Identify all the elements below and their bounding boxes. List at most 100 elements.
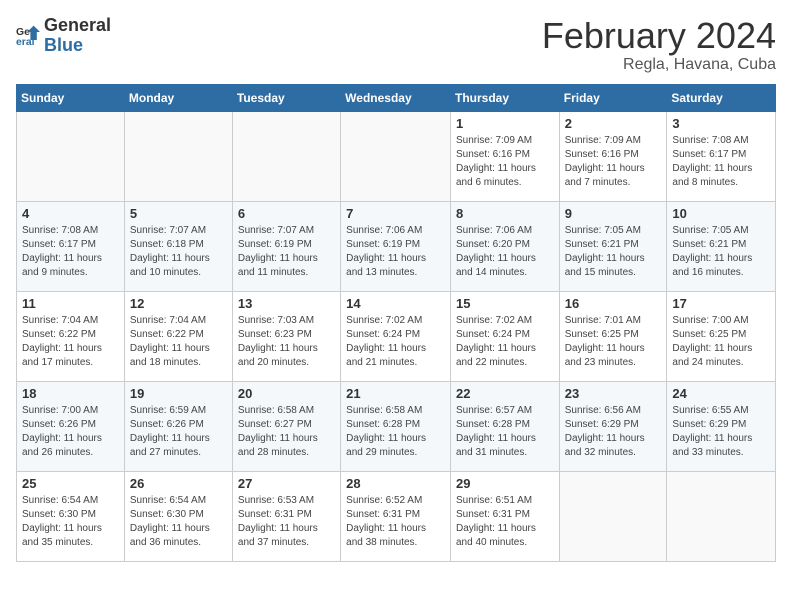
day-number: 26 xyxy=(130,476,227,491)
calendar-week-row: 1 Sunrise: 7:09 AM Sunset: 6:16 PM Daylig… xyxy=(17,111,776,201)
day-number: 24 xyxy=(672,386,770,401)
calendar-day-cell: 16 Sunrise: 7:01 AM Sunset: 6:25 PM Dayli… xyxy=(559,291,667,381)
day-number: 1 xyxy=(456,116,554,131)
calendar-day-cell: 8 Sunrise: 7:06 AM Sunset: 6:20 PM Daylig… xyxy=(450,201,559,291)
day-number: 12 xyxy=(130,296,227,311)
day-info: Sunrise: 7:08 AM Sunset: 6:17 PM Dayligh… xyxy=(672,134,770,190)
generalblue-logo-icon: Gen eral xyxy=(16,24,40,48)
day-number: 9 xyxy=(565,206,662,221)
day-info: Sunrise: 7:02 AM Sunset: 6:24 PM Dayligh… xyxy=(346,314,445,370)
logo: Gen eral General Blue xyxy=(16,16,111,56)
calendar-day-cell xyxy=(17,111,125,201)
weekday-row: SundayMondayTuesdayWednesdayThursdayFrid… xyxy=(17,84,776,111)
calendar-day-cell: 12 Sunrise: 7:04 AM Sunset: 6:22 PM Dayli… xyxy=(124,291,232,381)
day-number: 13 xyxy=(238,296,335,311)
day-info: Sunrise: 7:05 AM Sunset: 6:21 PM Dayligh… xyxy=(672,224,770,280)
day-number: 18 xyxy=(22,386,119,401)
day-info: Sunrise: 6:52 AM Sunset: 6:31 PM Dayligh… xyxy=(346,494,445,550)
day-info: Sunrise: 7:00 AM Sunset: 6:26 PM Dayligh… xyxy=(22,404,119,460)
day-number: 4 xyxy=(22,206,119,221)
weekday-header: Sunday xyxy=(17,84,125,111)
day-info: Sunrise: 6:55 AM Sunset: 6:29 PM Dayligh… xyxy=(672,404,770,460)
day-info: Sunrise: 6:51 AM Sunset: 6:31 PM Dayligh… xyxy=(456,494,554,550)
title-section: February 2024 Regla, Havana, Cuba xyxy=(542,16,776,74)
day-number: 16 xyxy=(565,296,662,311)
calendar-day-cell: 6 Sunrise: 7:07 AM Sunset: 6:19 PM Daylig… xyxy=(232,201,340,291)
weekday-header: Tuesday xyxy=(232,84,340,111)
day-info: Sunrise: 7:06 AM Sunset: 6:20 PM Dayligh… xyxy=(456,224,554,280)
calendar-day-cell: 11 Sunrise: 7:04 AM Sunset: 6:22 PM Dayli… xyxy=(17,291,125,381)
day-number: 6 xyxy=(238,206,335,221)
weekday-header: Friday xyxy=(559,84,667,111)
day-number: 25 xyxy=(22,476,119,491)
day-info: Sunrise: 6:56 AM Sunset: 6:29 PM Dayligh… xyxy=(565,404,662,460)
calendar-day-cell: 21 Sunrise: 6:58 AM Sunset: 6:28 PM Dayli… xyxy=(341,381,451,471)
day-info: Sunrise: 7:01 AM Sunset: 6:25 PM Dayligh… xyxy=(565,314,662,370)
calendar-week-row: 25 Sunrise: 6:54 AM Sunset: 6:30 PM Dayli… xyxy=(17,471,776,561)
day-info: Sunrise: 6:54 AM Sunset: 6:30 PM Dayligh… xyxy=(22,494,119,550)
calendar-day-cell: 13 Sunrise: 7:03 AM Sunset: 6:23 PM Dayli… xyxy=(232,291,340,381)
day-info: Sunrise: 6:58 AM Sunset: 6:28 PM Dayligh… xyxy=(346,404,445,460)
weekday-header: Wednesday xyxy=(341,84,451,111)
day-number: 15 xyxy=(456,296,554,311)
day-info: Sunrise: 7:08 AM Sunset: 6:17 PM Dayligh… xyxy=(22,224,119,280)
day-number: 8 xyxy=(456,206,554,221)
calendar-day-cell: 19Sunrise: 6:59 AM Sunset: 6:26 PM Dayli… xyxy=(124,381,232,471)
day-info: Sunrise: 7:07 AM Sunset: 6:18 PM Dayligh… xyxy=(130,224,227,280)
day-info: Sunrise: 7:04 AM Sunset: 6:22 PM Dayligh… xyxy=(130,314,227,370)
calendar-day-cell: 7 Sunrise: 7:06 AM Sunset: 6:19 PM Daylig… xyxy=(341,201,451,291)
calendar-week-row: 4 Sunrise: 7:08 AM Sunset: 6:17 PM Daylig… xyxy=(17,201,776,291)
weekday-header: Thursday xyxy=(450,84,559,111)
calendar-title: February 2024 xyxy=(542,16,776,56)
logo-text: General Blue xyxy=(44,16,111,56)
calendar-header: SundayMondayTuesdayWednesdayThursdayFrid… xyxy=(17,84,776,111)
day-info: Sunrise: 6:57 AM Sunset: 6:28 PM Dayligh… xyxy=(456,404,554,460)
calendar-day-cell: 15Sunrise: 7:02 AM Sunset: 6:24 PM Dayli… xyxy=(450,291,559,381)
calendar-day-cell: 26Sunrise: 6:54 AM Sunset: 6:30 PM Dayli… xyxy=(124,471,232,561)
calendar-day-cell xyxy=(232,111,340,201)
calendar-week-row: 11 Sunrise: 7:04 AM Sunset: 6:22 PM Dayli… xyxy=(17,291,776,381)
day-info: Sunrise: 7:09 AM Sunset: 6:16 PM Dayligh… xyxy=(565,134,662,190)
day-number: 5 xyxy=(130,206,227,221)
calendar-day-cell xyxy=(667,471,776,561)
day-info: Sunrise: 7:04 AM Sunset: 6:22 PM Dayligh… xyxy=(22,314,119,370)
calendar-day-cell: 22 Sunrise: 6:57 AM Sunset: 6:28 PM Dayli… xyxy=(450,381,559,471)
day-info: Sunrise: 7:06 AM Sunset: 6:19 PM Dayligh… xyxy=(346,224,445,280)
calendar-subtitle: Regla, Havana, Cuba xyxy=(542,56,776,74)
day-info: Sunrise: 7:07 AM Sunset: 6:19 PM Dayligh… xyxy=(238,224,335,280)
calendar-day-cell: 20 Sunrise: 6:58 AM Sunset: 6:27 PM Dayli… xyxy=(232,381,340,471)
day-number: 21 xyxy=(346,386,445,401)
weekday-header: Monday xyxy=(124,84,232,111)
logo-blue: Blue xyxy=(44,36,111,56)
day-number: 10 xyxy=(672,206,770,221)
calendar-day-cell: 2Sunrise: 7:09 AM Sunset: 6:16 PM Daylig… xyxy=(559,111,667,201)
day-number: 29 xyxy=(456,476,554,491)
day-info: Sunrise: 6:59 AM Sunset: 6:26 PM Dayligh… xyxy=(130,404,227,460)
day-number: 22 xyxy=(456,386,554,401)
calendar-day-cell: 29 Sunrise: 6:51 AM Sunset: 6:31 PM Dayli… xyxy=(450,471,559,561)
calendar-day-cell xyxy=(341,111,451,201)
calendar-day-cell: 9Sunrise: 7:05 AM Sunset: 6:21 PM Daylig… xyxy=(559,201,667,291)
day-info: Sunrise: 7:09 AM Sunset: 6:16 PM Dayligh… xyxy=(456,134,554,190)
calendar-day-cell: 27Sunrise: 6:53 AM Sunset: 6:31 PM Dayli… xyxy=(232,471,340,561)
logo-general: General xyxy=(44,16,111,36)
calendar-day-cell: 24 Sunrise: 6:55 AM Sunset: 6:29 PM Dayli… xyxy=(667,381,776,471)
day-number: 23 xyxy=(565,386,662,401)
day-number: 14 xyxy=(346,296,445,311)
calendar-day-cell xyxy=(559,471,667,561)
calendar-day-cell: 18 Sunrise: 7:00 AM Sunset: 6:26 PM Dayli… xyxy=(17,381,125,471)
day-number: 28 xyxy=(346,476,445,491)
weekday-header: Saturday xyxy=(667,84,776,111)
day-info: Sunrise: 7:03 AM Sunset: 6:23 PM Dayligh… xyxy=(238,314,335,370)
day-number: 7 xyxy=(346,206,445,221)
calendar-week-row: 18 Sunrise: 7:00 AM Sunset: 6:26 PM Dayli… xyxy=(17,381,776,471)
calendar-day-cell: 17Sunrise: 7:00 AM Sunset: 6:25 PM Dayli… xyxy=(667,291,776,381)
day-info: Sunrise: 6:58 AM Sunset: 6:27 PM Dayligh… xyxy=(238,404,335,460)
calendar-day-cell: 28 Sunrise: 6:52 AM Sunset: 6:31 PM Dayli… xyxy=(341,471,451,561)
day-number: 20 xyxy=(238,386,335,401)
day-number: 17 xyxy=(672,296,770,311)
calendar-table: SundayMondayTuesdayWednesdayThursdayFrid… xyxy=(16,84,776,562)
day-number: 11 xyxy=(22,296,119,311)
day-number: 27 xyxy=(238,476,335,491)
calendar-body: 1 Sunrise: 7:09 AM Sunset: 6:16 PM Daylig… xyxy=(17,111,776,561)
